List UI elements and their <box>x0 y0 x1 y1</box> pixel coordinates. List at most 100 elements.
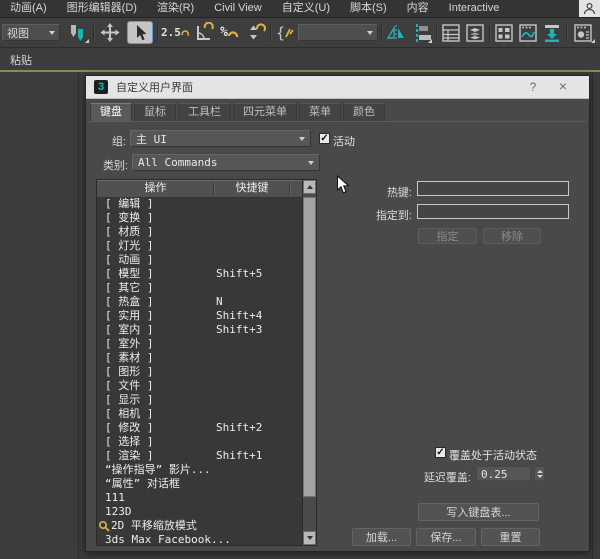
list-item[interactable]: [ 其它 ] <box>97 281 303 295</box>
help-button[interactable]: ? <box>525 79 541 95</box>
select-object-button[interactable] <box>127 21 153 44</box>
menu-item[interactable]: 脚本(S) <box>340 0 397 17</box>
list-item[interactable]: [ 变换 ] <box>97 211 303 225</box>
menu-item[interactable]: 渲染(R) <box>147 0 204 17</box>
ribbon-toggle-icon[interactable] <box>493 21 515 44</box>
list-item[interactable]: [ 相机 ] <box>97 407 303 421</box>
caret-down-icon <box>299 137 305 141</box>
assigned-to-label: 指定到: <box>348 207 412 223</box>
menu-item[interactable]: 内容 <box>397 0 439 17</box>
close-button[interactable]: × <box>555 78 571 94</box>
spinner-up-icon[interactable] <box>537 470 543 473</box>
group-dropdown[interactable]: 主 UI <box>130 130 311 147</box>
delay-spinner[interactable] <box>534 466 545 481</box>
tab[interactable]: 键盘 <box>90 103 132 121</box>
align-icon[interactable] <box>409 21 433 44</box>
dialog-title: 自定义用户界面 <box>116 79 193 95</box>
layer-manager-icon[interactable] <box>440 21 462 44</box>
sign-in-button[interactable] <box>579 0 600 17</box>
list-item[interactable]: 111 <box>97 491 303 505</box>
scene-explorer-icon[interactable] <box>464 21 486 44</box>
tab[interactable]: 菜单 <box>299 103 341 121</box>
user-icon <box>583 2 596 15</box>
curve-editor-icon[interactable] <box>517 21 539 44</box>
menu-item[interactable]: 自定义(U) <box>272 0 340 17</box>
list-item[interactable]: [ 模型 ] Shift+5 <box>97 267 303 281</box>
list-header[interactable]: 操作 快捷键 <box>97 180 316 198</box>
menu-item[interactable]: 动画(A) <box>0 0 57 17</box>
material-editor-icon[interactable] <box>570 21 596 44</box>
scrollbar[interactable] <box>302 180 316 545</box>
list-item[interactable]: [ 室外 ] <box>97 337 303 351</box>
overrides-active-checkbox[interactable]: ✓ <box>435 447 446 458</box>
write-keyboard-chart-button[interactable]: 写入键盘表... <box>418 503 539 521</box>
tab[interactable]: 四元菜单 <box>233 103 297 121</box>
list-item[interactable]: “属性” 对话框 <box>97 477 303 491</box>
percent-snap-toggle-icon[interactable]: % <box>217 21 242 44</box>
dialog-tabs: 键盘鼠标工具栏四元菜单菜单颜色 <box>90 103 387 121</box>
scroll-thumb[interactable] <box>303 197 316 497</box>
paste-label[interactable]: 粘贴 <box>10 52 32 68</box>
active-checkbox-label: 活动 <box>333 133 355 149</box>
render-frame-icon[interactable] <box>541 21 563 44</box>
tab[interactable]: 工具栏 <box>178 103 231 121</box>
remove-button[interactable]: 移除 <box>483 228 541 244</box>
overrides-active-label: 覆盖处于活动状态 <box>449 447 537 463</box>
list-item[interactable]: [ 图形 ] <box>97 365 303 379</box>
hotkey-input[interactable] <box>417 181 569 196</box>
list-item[interactable]: [ 灯光 ] <box>97 239 303 253</box>
list-item[interactable]: [ 素材 ] <box>97 351 303 365</box>
snap-toggle-2_5-icon[interactable]: 2.5 <box>161 21 189 44</box>
list-item[interactable]: 123D <box>97 505 303 519</box>
spinner-down-icon[interactable] <box>537 475 543 478</box>
menu-item[interactable]: Civil View <box>204 0 271 17</box>
select-arrow-icon <box>131 24 149 42</box>
list-item[interactable]: [ 选择 ] <box>97 435 303 449</box>
delay-label: 延迟覆盖: <box>409 469 471 485</box>
active-checkbox[interactable]: ✓ <box>319 133 330 144</box>
list-item[interactable]: [ 修改 ] Shift+2 <box>97 421 303 435</box>
dialog-titlebar[interactable]: 3 自定义用户界面 ? × <box>86 76 589 99</box>
list-item[interactable]: [ 渲染 ] Shift+1 <box>97 449 303 463</box>
assigned-to-input[interactable] <box>417 204 569 219</box>
angle-snap-toggle-icon[interactable] <box>191 21 216 44</box>
tab[interactable]: 颜色 <box>343 103 385 121</box>
column-header-hotkey[interactable]: 快捷键 <box>214 180 290 197</box>
named-selection-dropdown[interactable] <box>298 24 378 41</box>
list-item[interactable]: [ 材质 ] <box>97 225 303 239</box>
list-item[interactable]: [ 显示 ] <box>97 393 303 407</box>
select-and-move-icon[interactable] <box>97 21 123 44</box>
list-item[interactable]: [ 编辑 ] <box>97 197 303 211</box>
list-item[interactable]: [ 热盒 ] N <box>97 295 303 309</box>
scroll-down-button[interactable] <box>303 531 316 545</box>
app-window: 动画(A)图形编辑器(D)渲染(R)Civil View自定义(U)脚本(S)内… <box>0 0 600 559</box>
spinner-snap-toggle-icon[interactable] <box>243 21 267 44</box>
customize-ui-dialog: 3 自定义用户界面 ? × 键盘鼠标工具栏四元菜单菜单颜色 组: 主 UI ✓ … <box>85 75 590 552</box>
left-panel-divider <box>78 72 79 559</box>
reset-button[interactable]: 重置 <box>481 528 540 546</box>
delay-value[interactable]: 0.25 <box>476 466 531 481</box>
menu-item[interactable]: 图形编辑器(D) <box>57 0 147 17</box>
load-button[interactable]: 加载... <box>352 528 411 546</box>
list-item[interactable]: [ 实用 ] Shift+4 <box>97 309 303 323</box>
quad-menu-strip: 粘贴 <box>0 48 600 70</box>
list-item[interactable]: [ 室内 ] Shift+3 <box>97 323 303 337</box>
list-item[interactable]: 2D 平移缩放模式 <box>97 519 303 533</box>
save-button[interactable]: 保存... <box>416 528 476 546</box>
view-dropdown[interactable]: 视图 <box>2 24 60 41</box>
mirror-icon[interactable] <box>385 21 407 44</box>
category-label: 类别: <box>88 157 128 173</box>
column-header-action[interactable]: 操作 <box>97 180 214 197</box>
assign-button[interactable]: 指定 <box>418 228 477 244</box>
menu-item[interactable]: Interactive <box>439 0 510 17</box>
category-dropdown[interactable]: All Commands <box>132 154 320 171</box>
tab[interactable]: 鼠标 <box>134 103 176 121</box>
list-item[interactable]: “操作指导” 影片... <box>97 463 303 477</box>
list-item[interactable]: 3ds Max Facebook... <box>97 533 303 545</box>
list-item[interactable]: [ 文件 ] <box>97 379 303 393</box>
hotkey-label: 热键: <box>356 184 412 200</box>
edit-named-selection-sets-icon[interactable]: { <box>274 21 296 44</box>
select-and-place-icon[interactable] <box>64 21 90 44</box>
scroll-up-button[interactable] <box>303 180 316 194</box>
list-item[interactable]: [ 动画 ] <box>97 253 303 267</box>
